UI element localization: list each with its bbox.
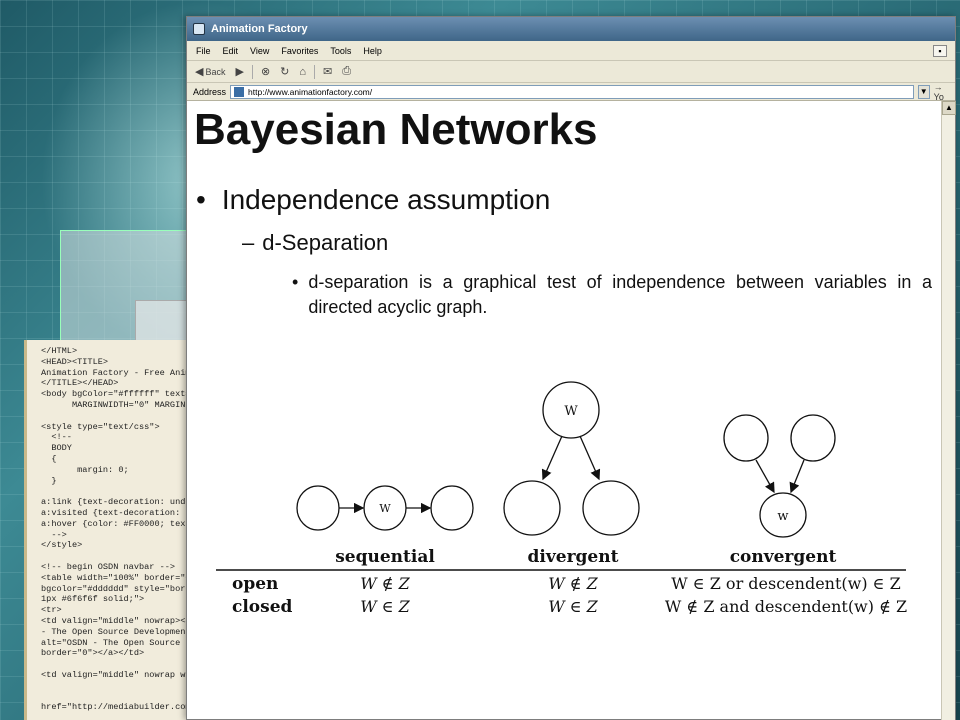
conv-node-left [723, 414, 769, 462]
menu-view[interactable]: View [250, 46, 269, 56]
bullet-level-3: • d-separation is a graphical test of in… [292, 270, 932, 320]
conv-arrow-right [789, 459, 805, 494]
address-value: http://www.animationfactory.com/ [248, 86, 373, 97]
address-dropdown-button[interactable]: ▼ [917, 84, 930, 99]
conv-arrow-left [755, 459, 775, 494]
address-bar: Address http://www.animationfactory.com/… [187, 82, 955, 102]
menu-bar: File Edit View Favorites Tools Help ▪ [187, 41, 955, 61]
diagram-svg: W W w sequential divergent convergent op… [216, 381, 907, 617]
col-header-convergent: convergent [730, 547, 837, 567]
cell-open-convergent: W ∈ Z or descendent(w) ∈ Z [671, 574, 900, 593]
forward-arrow-icon: ▶ [235, 66, 244, 78]
cell-open-sequential: W ∉ Z [360, 574, 410, 593]
browser-titlebar: Animation Factory [187, 17, 955, 41]
stop-button[interactable]: ⊗ [259, 65, 272, 78]
d-separation-diagram: W W w sequential divergent convergent op… [200, 358, 934, 640]
vertical-scrollbar[interactable]: ▲ [941, 101, 956, 720]
stop-icon: ⊗ [260, 66, 271, 78]
mail-button[interactable]: ✉ [321, 65, 334, 78]
bullet-dot-icon: • [292, 272, 299, 292]
div-arrow-right [579, 435, 601, 481]
browser-toolbar: ◀ Back ▶ ⊗ ↻ ⌂ ✉ ⎙ [187, 61, 955, 83]
row-label-open: open [232, 574, 278, 594]
scroll-up-arrow-icon[interactable]: ▲ [942, 101, 956, 115]
bullet-dot-icon: • [196, 184, 206, 215]
slide-title: Bayesian Networks [194, 105, 598, 154]
dash-icon: – [242, 230, 255, 255]
page-icon [234, 86, 245, 97]
seq-node-label: W [379, 502, 391, 515]
conv-node-right [790, 414, 836, 462]
home-icon: ⌂ [299, 65, 307, 78]
col-header-divergent: divergent [528, 547, 619, 567]
refresh-button[interactable]: ↻ [278, 65, 291, 78]
toolbar-separator [314, 64, 316, 79]
conv-node-label: w [777, 509, 788, 524]
go-button[interactable]: → Yo [934, 82, 955, 102]
menu-file[interactable]: File [196, 46, 211, 56]
seq-node-right [430, 485, 474, 531]
forward-button[interactable]: ▶ [233, 65, 245, 78]
bullet-level-2-text: d-Separation [262, 230, 389, 255]
toolbar-separator [251, 64, 253, 79]
menu-help[interactable]: Help [363, 46, 382, 56]
mail-icon: ✉ [323, 66, 333, 78]
row-label-closed: closed [232, 597, 293, 617]
div-node-right [582, 480, 640, 536]
address-input[interactable]: http://www.animationfactory.com/ [230, 84, 914, 99]
windows-logo-icon: ▪ [933, 44, 947, 57]
address-label: Address [193, 86, 227, 97]
home-button[interactable]: ⌂ [297, 66, 308, 78]
seq-node-left [296, 485, 340, 531]
cell-closed-divergent: W ∈ Z [548, 597, 598, 616]
bullet-level-2: – d-Separation [242, 230, 388, 256]
cell-open-divergent: W ∉ Z [548, 574, 598, 593]
div-arrow-left [541, 435, 563, 481]
browser-app-icon [193, 23, 205, 35]
back-button[interactable]: ◀ Back [193, 65, 227, 78]
menu-tools[interactable]: Tools [330, 46, 351, 56]
print-icon: ⎙ [342, 65, 352, 77]
cell-closed-convergent: W ∉ Z and descendent(w) ∉ Z [665, 597, 907, 616]
cell-closed-sequential: W ∈ Z [360, 597, 410, 616]
go-label: Yo [933, 91, 944, 102]
back-label: Back [205, 66, 226, 77]
div-node-left [503, 480, 561, 536]
print-button[interactable]: ⎙ [340, 65, 353, 78]
bullet-level-3-text: d-separation is a graphical test of inde… [308, 272, 932, 317]
window-title: Animation Factory [211, 23, 308, 35]
bullet-level-1-text: Independence assumption [221, 184, 551, 215]
menu-favorites[interactable]: Favorites [281, 46, 318, 56]
col-header-sequential: sequential [335, 547, 435, 567]
menu-edit[interactable]: Edit [223, 46, 239, 56]
bullet-level-1: • Independence assumption [196, 184, 550, 216]
refresh-icon: ↻ [280, 66, 290, 78]
div-node-label: W [564, 404, 578, 419]
back-arrow-icon: ◀ [195, 66, 204, 78]
